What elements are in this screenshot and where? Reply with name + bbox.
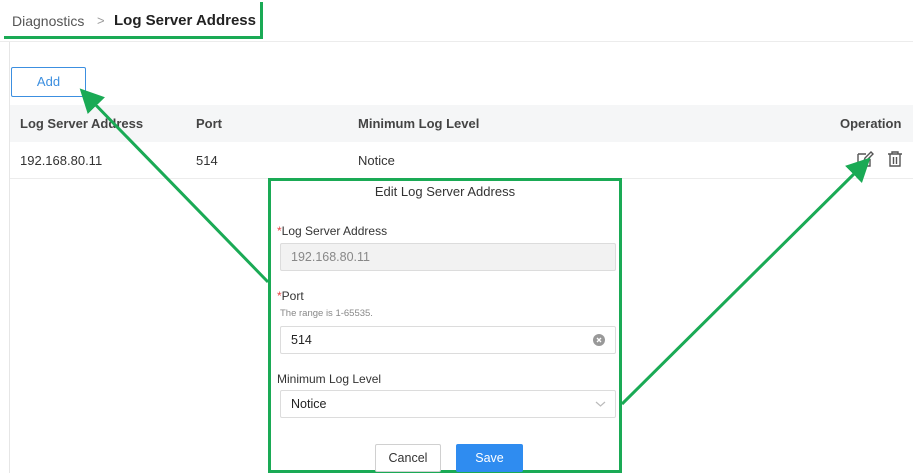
level-selected-value: Notice xyxy=(291,397,327,411)
port-field[interactable]: 514 xyxy=(280,326,616,354)
level-select[interactable]: Notice xyxy=(280,390,616,418)
port-value: 514 xyxy=(291,333,312,347)
edit-log-server-dialog: Edit Log Server Address *Log Server Addr… xyxy=(268,178,622,473)
table-row: 192.168.80.11 514 Notice xyxy=(10,142,913,179)
clear-icon[interactable] xyxy=(593,334,605,346)
address-label: *Log Server Address xyxy=(277,224,387,238)
table-header: Log Server Address Port Minimum Log Leve… xyxy=(10,105,913,142)
address-field: 192.168.80.11 xyxy=(280,243,616,271)
column-header-address: Log Server Address xyxy=(20,116,144,131)
cell-address: 192.168.80.11 xyxy=(20,153,103,168)
dialog-title: Edit Log Server Address xyxy=(374,184,516,199)
column-header-level: Minimum Log Level xyxy=(358,116,480,131)
cell-port: 514 xyxy=(196,153,218,168)
column-header-port: Port xyxy=(196,116,222,131)
address-label-text: Log Server Address xyxy=(281,224,388,238)
save-button[interactable]: Save xyxy=(456,444,523,472)
delete-icon[interactable] xyxy=(886,150,904,168)
cancel-button[interactable]: Cancel xyxy=(375,444,441,472)
column-header-operation: Operation xyxy=(840,116,902,131)
level-label: Minimum Log Level xyxy=(277,372,382,386)
cell-level: Notice xyxy=(358,153,395,168)
edit-icon[interactable] xyxy=(856,150,874,168)
add-button[interactable]: Add xyxy=(11,67,86,97)
page: Diagnostics > Log Server Address Add Log… xyxy=(0,0,913,473)
arrow-to-edit xyxy=(620,157,871,406)
port-hint: The range is 1-65535. xyxy=(280,308,373,319)
port-label-text: Port xyxy=(281,289,304,303)
port-label: *Port xyxy=(277,289,304,303)
chevron-down-icon xyxy=(595,401,606,407)
breadcrumb-highlight-frame xyxy=(4,2,263,39)
